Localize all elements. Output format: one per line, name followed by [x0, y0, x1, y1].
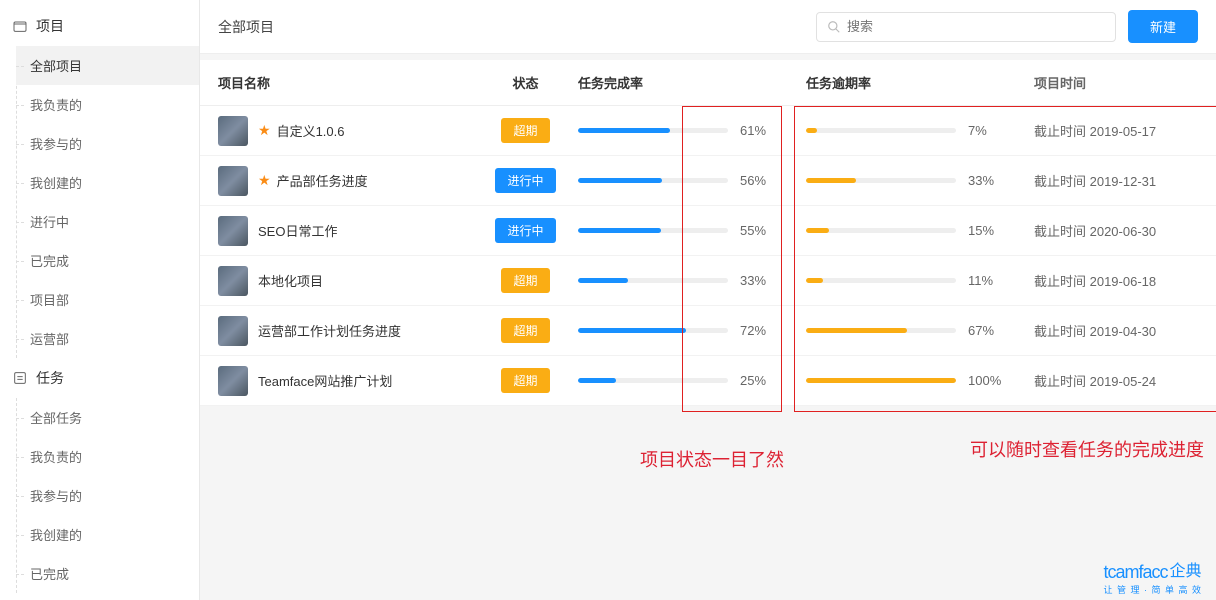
sidebar: 项目全部项目我负责的我参与的我创建的进行中已完成项目部运营部任务全部任务我负责的…	[0, 0, 200, 600]
col-header-completion: 任务完成率	[578, 73, 806, 92]
search-box[interactable]	[816, 12, 1116, 42]
overdue-value: 7%	[968, 123, 1008, 138]
annotation-status: 项目状态一目了然	[640, 446, 784, 472]
col-header-overdue: 任务逾期率	[806, 73, 1034, 92]
project-deadline: 截止时间 2019-05-17	[1034, 121, 1198, 140]
project-thumbnail	[218, 316, 248, 346]
overdue-bar	[806, 328, 956, 333]
topbar: 全部项目 新建	[200, 0, 1216, 54]
project-name: Teamface网站推广计划	[258, 371, 392, 390]
completion-value: 25%	[740, 373, 780, 388]
project-name: 自定义1.0.6	[277, 121, 345, 140]
completion-bar	[578, 278, 728, 283]
completion-bar	[578, 228, 728, 233]
checklist-icon	[12, 370, 28, 386]
status-badge: 超期	[501, 268, 549, 293]
completion-value: 72%	[740, 323, 780, 338]
overdue-value: 11%	[968, 273, 1008, 288]
main: 全部项目 新建 项目名称 状态 任务完成率 任务逾期率 项目时间 ★ 自定义1.0…	[200, 0, 1216, 600]
page-title: 全部项目	[218, 17, 274, 37]
project-deadline: 截止时间 2019-06-18	[1034, 271, 1198, 290]
project-thumbnail	[218, 266, 248, 296]
project-deadline: 截止时间 2019-12-31	[1034, 171, 1198, 190]
overdue-value: 33%	[968, 173, 1008, 188]
completion-bar	[578, 128, 728, 133]
star-icon: ★	[258, 122, 271, 139]
sidebar-item[interactable]: 进行中	[16, 202, 199, 241]
sidebar-item[interactable]: 我参与的	[16, 476, 199, 515]
project-deadline: 截止时间 2020-06-30	[1034, 221, 1198, 240]
sidebar-item[interactable]: 已完成	[16, 554, 199, 593]
star-icon: ★	[258, 172, 271, 189]
project-thumbnail	[218, 366, 248, 396]
annotation-progress: 可以随时查看任务的完成进度	[970, 436, 1204, 462]
sidebar-item[interactable]: 全部项目	[16, 46, 199, 85]
project-thumbnail	[218, 116, 248, 146]
project-name: 运营部工作计划任务进度	[258, 321, 401, 340]
search-input[interactable]	[847, 19, 1105, 34]
footer-brand: tcamfacc企典 让 管 理 · 简 单 高 效	[1103, 557, 1202, 596]
sidebar-item[interactable]: 项目部	[16, 280, 199, 319]
status-badge: 进行中	[495, 168, 555, 193]
project-name: 产品部任务进度	[277, 171, 368, 190]
project-name: SEO日常工作	[258, 221, 337, 240]
table-row[interactable]: SEO日常工作 进行中 55% 15% 截止时间 2020-06-30	[200, 206, 1216, 256]
project-name: 本地化项目	[258, 271, 323, 290]
sidebar-item[interactable]: 运营部	[16, 319, 199, 358]
completion-value: 56%	[740, 173, 780, 188]
completion-bar	[578, 328, 728, 333]
completion-value: 55%	[740, 223, 780, 238]
sidebar-section-header[interactable]: 项目	[0, 6, 199, 46]
overdue-bar	[806, 278, 956, 283]
table-row[interactable]: ★ 产品部任务进度 进行中 56% 33% 截止时间 2019-12-31	[200, 156, 1216, 206]
new-button[interactable]: 新建	[1128, 10, 1198, 43]
sidebar-item[interactable]: 已完成	[16, 241, 199, 280]
overdue-value: 67%	[968, 323, 1008, 338]
sidebar-item[interactable]: 我创建的	[16, 515, 199, 554]
overdue-bar	[806, 128, 956, 133]
sidebar-item[interactable]: 我负责的	[16, 85, 199, 124]
overdue-value: 15%	[968, 223, 1008, 238]
completion-value: 33%	[740, 273, 780, 288]
sidebar-item[interactable]: 我创建的	[16, 163, 199, 202]
sidebar-section-header[interactable]: 任务	[0, 358, 199, 398]
status-badge: 超期	[501, 318, 549, 343]
status-badge: 超期	[501, 118, 549, 143]
completion-value: 61%	[740, 123, 780, 138]
project-table: 项目名称 状态 任务完成率 任务逾期率 项目时间 ★ 自定义1.0.6 超期 61% 7…	[200, 60, 1216, 406]
folder-icon	[12, 18, 28, 34]
col-header-status: 状态	[473, 73, 578, 92]
project-thumbnail	[218, 216, 248, 246]
overdue-value: 100%	[968, 373, 1008, 388]
overdue-bar	[806, 378, 956, 383]
project-deadline: 截止时间 2019-04-30	[1034, 321, 1198, 340]
sidebar-item[interactable]: 我参与的	[16, 124, 199, 163]
sidebar-item[interactable]: 我负责的	[16, 437, 199, 476]
overdue-bar	[806, 228, 956, 233]
col-header-name: 项目名称	[218, 73, 473, 92]
table-header: 项目名称 状态 任务完成率 任务逾期率 项目时间	[200, 60, 1216, 106]
col-header-time: 项目时间	[1034, 73, 1198, 92]
status-badge: 进行中	[495, 218, 555, 243]
table-row[interactable]: Teamface网站推广计划 超期 25% 100% 截止时间 2019-05-24	[200, 356, 1216, 406]
completion-bar	[578, 178, 728, 183]
sidebar-item[interactable]: 全部任务	[16, 398, 199, 437]
project-deadline: 截止时间 2019-05-24	[1034, 371, 1198, 390]
status-badge: 超期	[501, 368, 549, 393]
table-row[interactable]: ★ 自定义1.0.6 超期 61% 7% 截止时间 2019-05-17	[200, 106, 1216, 156]
project-thumbnail	[218, 166, 248, 196]
completion-bar	[578, 378, 728, 383]
table-row[interactable]: 运营部工作计划任务进度 超期 72% 67% 截止时间 2019-04-30	[200, 306, 1216, 356]
table-row[interactable]: 本地化项目 超期 33% 11% 截止时间 2019-06-18	[200, 256, 1216, 306]
search-icon	[827, 20, 841, 34]
overdue-bar	[806, 178, 956, 183]
